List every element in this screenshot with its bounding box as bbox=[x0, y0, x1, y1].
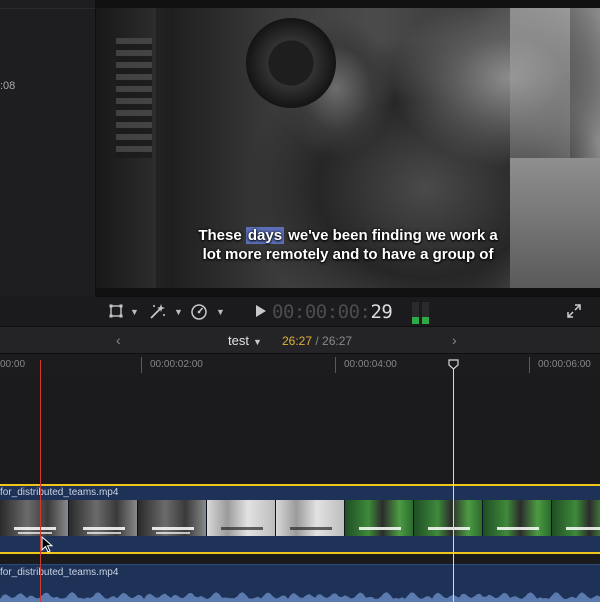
video-frame-gear bbox=[510, 8, 570, 158]
audio-waveform bbox=[0, 592, 600, 602]
filmstrip-thumbnail bbox=[276, 500, 345, 536]
audio-meters[interactable] bbox=[412, 302, 430, 324]
filmstrip-thumbnail bbox=[69, 500, 138, 536]
project-name-menu[interactable]: test ▼ bbox=[228, 333, 262, 348]
transform-menu-chevron-down-icon[interactable]: ▼ bbox=[130, 303, 139, 321]
timeline-body[interactable]: for_distributed_teams.mp4 for_distribute… bbox=[0, 376, 600, 602]
project-menu-chevron-down-icon: ▼ bbox=[252, 337, 262, 347]
filmstrip-thumbnail bbox=[483, 500, 552, 536]
audio-meter-right-fill bbox=[422, 317, 429, 324]
caption-line-2: lot more remotely and to have a group of bbox=[202, 246, 494, 263]
caption-highlight-word: days bbox=[245, 227, 285, 244]
thumbnail-caption-line bbox=[152, 527, 194, 530]
play-icon[interactable] bbox=[256, 305, 266, 317]
thumbnail-caption-line bbox=[497, 527, 539, 530]
video-clip-selected[interactable]: for_distributed_teams.mp4 bbox=[0, 484, 600, 554]
video-clip-audio-area bbox=[0, 536, 600, 552]
thumbnail-caption-line bbox=[83, 527, 125, 530]
thumbnail-caption-line bbox=[221, 527, 263, 530]
timeline-ruler[interactable]: 00:00 00:00:02:00 00:00:04:00 00:00:06:0… bbox=[0, 354, 600, 376]
filmstrip-thumbnail bbox=[552, 500, 600, 536]
audio-clip[interactable]: for_distributed_teams.mp4 bbox=[0, 564, 600, 602]
mouse-pointer-icon bbox=[41, 536, 54, 553]
playhead-handle-icon[interactable] bbox=[448, 359, 459, 370]
ruler-mark: 00:00:06:00 bbox=[529, 357, 591, 373]
timeline-forward-chevron-right-icon[interactable]: › bbox=[452, 332, 457, 348]
timecode-bright: 29 bbox=[370, 301, 393, 323]
video-clip-name: for_distributed_teams.mp4 bbox=[0, 487, 119, 498]
viewer-toolbar: ▼ ▼ ▼ 00:00:00:29 bbox=[96, 296, 600, 326]
inspector-timecode: :08 bbox=[0, 80, 16, 92]
thumbnail-caption-line bbox=[428, 527, 470, 530]
speed-menu-chevron-down-icon[interactable]: ▼ bbox=[216, 303, 225, 321]
timeline-header: ‹ test ▼ 26:27 / 26:27 › bbox=[0, 326, 600, 354]
playhead-line[interactable] bbox=[453, 360, 454, 602]
ruler-mark: 00:00 bbox=[0, 359, 26, 370]
total-duration: 26:27 bbox=[322, 334, 353, 348]
audio-meter-right bbox=[422, 302, 429, 324]
ruler-mark: 00:00:02:00 bbox=[141, 357, 203, 373]
video-frame-reel bbox=[246, 18, 336, 108]
thumbnail-caption-line bbox=[359, 527, 401, 530]
enhance-menu-chevron-down-icon[interactable]: ▼ bbox=[174, 303, 183, 321]
thumbnail-caption-line bbox=[290, 527, 332, 530]
caption-overlay[interactable]: These days we've been finding we work a … bbox=[96, 226, 600, 264]
audio-meter-left-fill bbox=[412, 317, 419, 324]
audio-meter-left bbox=[412, 302, 419, 324]
inspector-divider bbox=[0, 8, 95, 9]
project-name: test bbox=[228, 333, 249, 348]
crop-transform-icon[interactable] bbox=[108, 303, 124, 321]
current-duration: 26:27 bbox=[282, 334, 313, 348]
ruler-mark: 00:00:04:00 bbox=[335, 357, 397, 373]
caption-rest: we've been finding we work a bbox=[284, 227, 498, 244]
video-frame-box bbox=[510, 158, 600, 288]
thumbnail-caption-line bbox=[566, 527, 600, 530]
magic-wand-icon[interactable] bbox=[148, 303, 166, 321]
caption-line-1: These days we've been finding we work a bbox=[96, 226, 600, 245]
filmstrip-thumbnail bbox=[207, 500, 276, 536]
filmstrip-thumbnail bbox=[138, 500, 207, 536]
duration-separator: / bbox=[312, 334, 323, 348]
timeline-back-chevron-left-icon[interactable]: ‹ bbox=[116, 332, 121, 348]
playback-timecode[interactable]: 00:00:00:29 bbox=[272, 300, 393, 324]
audio-clip-name: for_distributed_teams.mp4 bbox=[0, 567, 119, 578]
timecode-dim: 00:00:00: bbox=[272, 301, 371, 323]
viewer[interactable]: These days we've been finding we work a … bbox=[96, 0, 600, 296]
fullscreen-icon[interactable] bbox=[566, 303, 582, 319]
thumbnail-caption-line bbox=[156, 532, 190, 534]
filmstrip-thumbnail bbox=[345, 500, 414, 536]
thumbnail-caption-line bbox=[18, 532, 52, 534]
filmstrip-thumbnail bbox=[414, 500, 483, 536]
thumbnail-caption-line bbox=[14, 527, 56, 530]
video-filmstrip bbox=[0, 500, 600, 536]
inspector-panel: :08 bbox=[0, 0, 96, 296]
filmstrip-thumbnail bbox=[0, 500, 69, 536]
caption-word: These bbox=[198, 227, 246, 244]
thumbnail-caption-line bbox=[87, 532, 121, 534]
project-duration: 26:27 / 26:27 bbox=[282, 334, 352, 348]
video-frame-rack bbox=[116, 38, 152, 158]
speed-gauge-icon[interactable] bbox=[190, 303, 208, 321]
skimmer-line[interactable] bbox=[40, 360, 41, 602]
